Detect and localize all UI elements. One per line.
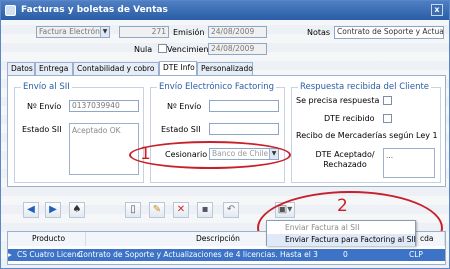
precisa-respuesta-label: Se precisa respuesta	[296, 96, 380, 105]
row-cantidad: 0	[343, 250, 348, 259]
tab-entrega[interactable]: Entrega	[35, 62, 73, 75]
title-bar: Facturas y boletas de Ventas x	[1, 1, 449, 20]
nula-label: Nula	[134, 45, 153, 54]
sales-invoice-window: Facturas y boletas de Ventas x Factura E…	[0, 0, 450, 269]
column-header-producto[interactable]: Producto	[8, 232, 86, 246]
binoculars-icon[interactable]: ♠	[69, 202, 85, 218]
tab-dte-info[interactable]: DTE Info	[159, 61, 197, 76]
respuesta-title: Respuesta recibida del Cliente	[298, 82, 432, 92]
dte-aceptado-label: DTE Aceptado/ Rechazado	[315, 150, 375, 169]
window-icon	[5, 5, 16, 16]
tab-personalizado[interactable]: Personalizado	[197, 62, 253, 75]
annotation-number-1: 1	[140, 144, 151, 164]
dte-aceptado-field[interactable]: ...	[383, 148, 435, 178]
recibo-mercaderias-label: Recibo de Mercaderías según Ley 1	[296, 131, 438, 140]
envio-sii-title: Envío al SII	[21, 82, 72, 92]
dte-recibido-label: DTE recibido	[324, 114, 375, 123]
document-type-select[interactable]: Factura Electrón ▼	[36, 26, 110, 38]
menu-item-enviar-sii[interactable]: Enviar Factura al SII	[267, 222, 415, 234]
table-row[interactable]: ▸ CS Cuatro Licenci Contrato de Soporte …	[8, 249, 445, 261]
envio-sii-estado-field[interactable]: Aceptado OK	[69, 123, 139, 175]
respuesta-group: Respuesta recibida del Cliente Se precis…	[291, 82, 441, 183]
undo-icon[interactable]: ↶	[223, 202, 239, 218]
new-document-icon[interactable]: ▯	[125, 202, 141, 218]
next-arrow-icon[interactable]: ▶	[45, 202, 61, 218]
factoring-estado-label: Estado SII	[161, 125, 201, 134]
envio-factoring-title: Envío Electrónico Factoring	[157, 82, 277, 92]
dte-info-panel: Envío al SII Nº Envío 0137039940 Estado …	[7, 75, 446, 187]
menu-item-enviar-factoring[interactable]: Enviar Factura para Factoring al SII	[267, 234, 416, 246]
envio-sii-nro-field[interactable]: 0137039940	[69, 100, 139, 112]
save-icon[interactable]: ▪	[197, 202, 213, 218]
row-descripcion: Contrato de Soporte y Actualizaciones de…	[78, 250, 318, 259]
document-number-field[interactable]: 271	[119, 26, 169, 38]
document-type-value: Factura Electrón	[39, 27, 100, 36]
annotation-number-2: 2	[337, 196, 348, 216]
row-producto: CS Cuatro Licenci	[17, 250, 83, 259]
delete-icon[interactable]: ✕	[173, 202, 189, 218]
notas-field[interactable]: Contrato de Soporte y Actualiza	[334, 26, 444, 39]
row-pointer-icon: ▸	[8, 250, 12, 259]
envio-sii-group: Envío al SII Nº Envío 0137039940 Estado …	[14, 82, 144, 183]
precisa-respuesta-checkbox[interactable]	[383, 96, 392, 105]
vencimiento-date-field[interactable]: 24/08/2009	[208, 43, 267, 55]
row-moneda: CLP	[409, 250, 423, 259]
envio-sii-estado-label: Estado SII	[22, 125, 62, 134]
chevron-down-icon[interactable]: ▼	[100, 27, 109, 37]
nula-checkbox[interactable]	[158, 44, 167, 53]
send-dte-menu: Enviar Factura al SII Enviar Factura par…	[266, 220, 416, 246]
annotation-ellipse-1	[129, 141, 291, 169]
notas-label: Notas	[307, 28, 331, 37]
envio-sii-nro-label: Nº Envío	[27, 102, 62, 111]
dte-recibido-checkbox[interactable]	[383, 114, 392, 123]
emision-label: Emisión	[173, 28, 205, 37]
factoring-estado-field[interactable]	[209, 123, 279, 135]
factoring-nro-field[interactable]	[209, 100, 279, 112]
tab-contabilidad[interactable]: Contabilidad y cobro	[73, 62, 159, 75]
close-button[interactable]: x	[431, 4, 443, 16]
previous-arrow-icon[interactable]: ◀	[23, 202, 39, 218]
factoring-nro-label: Nº Envío	[167, 102, 202, 111]
window-title: Facturas y boletas de Ventas	[21, 5, 168, 15]
tab-datos[interactable]: Datos	[7, 62, 35, 75]
edit-pencil-icon[interactable]: ✎	[149, 202, 165, 218]
emision-date-field[interactable]: 24/08/2009	[208, 26, 267, 38]
